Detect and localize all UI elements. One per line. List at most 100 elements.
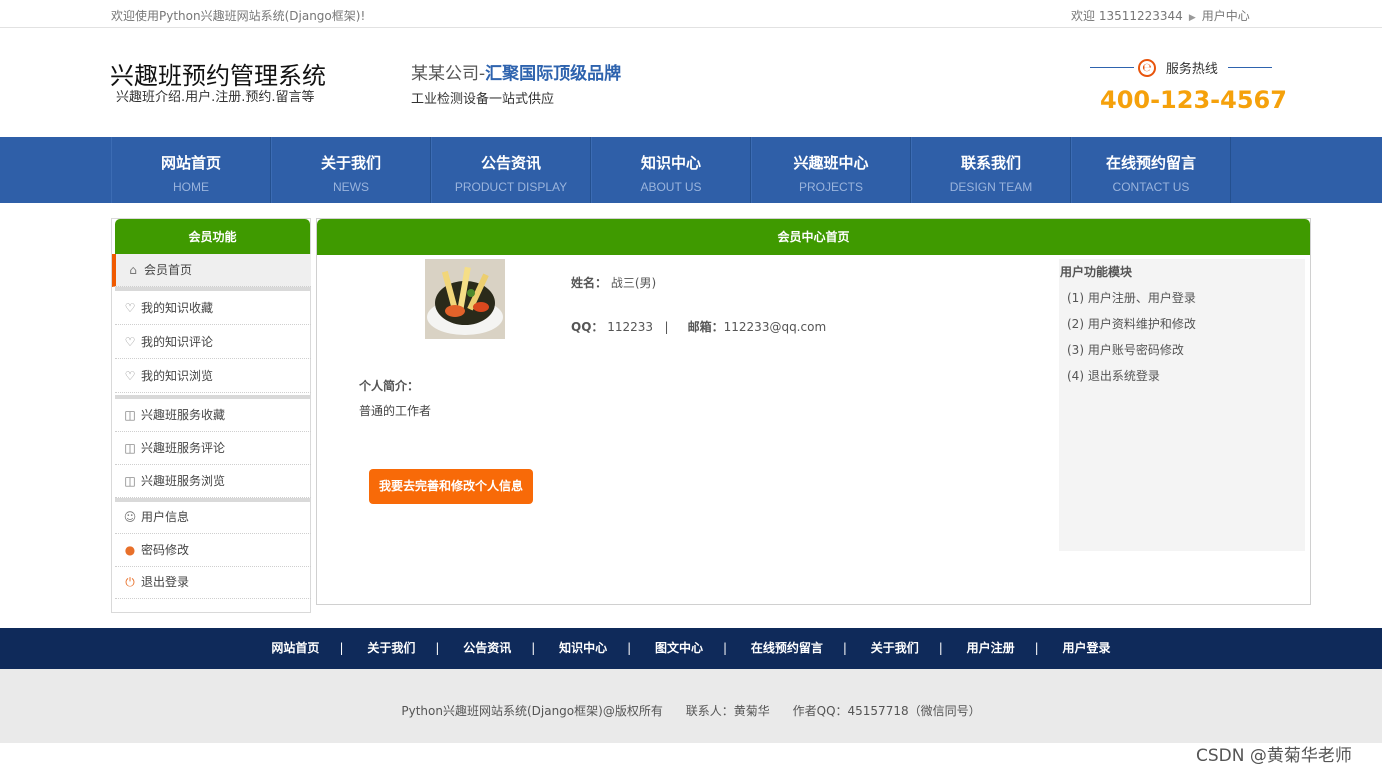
sidebar-item-label: 兴趣班服务评论 <box>141 441 226 455</box>
sidebar-item-label: 用户信息 <box>141 510 190 524</box>
separator: | <box>435 641 440 655</box>
nav-sublabel: CONTACT US <box>1112 180 1190 194</box>
footer-link-home[interactable]: 网站首页 <box>271 641 319 655</box>
nav-sublabel: DESIGN TEAM <box>949 180 1033 194</box>
sidebar-item-label: 兴趣班服务收藏 <box>141 408 226 422</box>
nav-item-news[interactable]: 公告资讯 PRODUCT DISPLAY <box>431 137 591 203</box>
heart-icon: ♡ <box>124 369 136 383</box>
greeting-link[interactable]: 欢迎 13511223344 <box>1071 9 1183 23</box>
sidebar-item-class-history[interactable]: ◫ 兴趣班服务浏览 <box>115 465 311 498</box>
nav-item-contact[interactable]: 联系我们 DESIGN TEAM <box>911 137 1071 203</box>
profile-contact: QQ： 112233 | 邮箱：112233@qq.com <box>571 318 826 335</box>
footer-link-knowledge[interactable]: 知识中心 <box>559 641 607 655</box>
profile-name: 姓名： 战三(男) <box>571 274 656 291</box>
top-bar: 欢迎使用Python兴趣班网站系统(Django框架)! 欢迎 13511223… <box>0 0 1382 28</box>
edit-profile-button[interactable]: 我要去完善和修改个人信息 <box>369 469 533 504</box>
nav-label: 知识中心 <box>640 154 701 172</box>
site-subtitle: 兴趣班介绍.用户.注册.预约.留言等 <box>116 90 315 105</box>
footer-link-news[interactable]: 公告资讯 <box>463 641 511 655</box>
modules-title: 用户功能模块 <box>1060 265 1133 279</box>
separator: | <box>339 641 344 655</box>
user-center-link[interactable]: 用户中心 <box>1202 9 1250 23</box>
separator: | <box>723 641 728 655</box>
separator: | <box>664 320 669 334</box>
nav-label: 联系我们 <box>960 154 1021 172</box>
separator: | <box>627 641 632 655</box>
footer-link-login[interactable]: 用户登录 <box>1063 641 1111 655</box>
sidebar-item-label: 我的知识评论 <box>141 335 214 349</box>
qq-value: 112233 <box>607 320 654 334</box>
email-label: 邮箱： <box>687 320 724 334</box>
nav-item-about[interactable]: 关于我们 NEWS <box>271 137 431 203</box>
nav-label: 兴趣班中心 <box>793 154 869 172</box>
sidebar-item-user-info[interactable]: ☺ 用户信息 <box>115 501 311 534</box>
sidebar-item-label: 我的知识浏览 <box>141 369 214 383</box>
slogan-highlight: 汇聚国际顶级品牌 <box>485 64 622 84</box>
avatar <box>425 259 505 339</box>
footer: Python兴趣班网站系统(Django框架)@版权所有 联系人：黄菊华 作者Q… <box>0 669 1382 743</box>
sidebar-item-knowledge-favorites[interactable]: ♡ 我的知识收藏 <box>115 292 311 325</box>
nav-label: 网站首页 <box>160 154 221 172</box>
footer-link-about[interactable]: 关于我们 <box>367 641 415 655</box>
divider <box>1090 67 1135 68</box>
power-icon: ⏻ <box>125 575 135 589</box>
csdn-watermark: CSDN @黄菊华老师 <box>1196 746 1352 766</box>
header: 兴趣班预约管理系统 兴趣班介绍.用户.注册.预约.留言等 某某公司-汇聚国际顶级… <box>0 28 1382 137</box>
sidebar-item-logout[interactable]: ⏻ 退出登录 <box>115 566 311 599</box>
sidebar-item-label: 会员首页 <box>144 263 193 277</box>
nav-label: 关于我们 <box>320 154 381 172</box>
sidebar-item-class-comments[interactable]: ◫ 兴趣班服务评论 <box>115 432 311 465</box>
copyright: Python兴趣班网站系统(Django框架)@版权所有 <box>401 704 663 718</box>
chevron-right-icon: ▶ <box>1188 13 1196 23</box>
nav-item-booking[interactable]: 在线预约留言 CONTACT US <box>1071 137 1231 203</box>
separator: | <box>938 641 943 655</box>
nav-item-knowledge[interactable]: 知识中心 ABOUT US <box>591 137 751 203</box>
nav-sublabel: PROJECTS <box>798 180 863 194</box>
wallet-icon: ◫ <box>124 474 136 488</box>
sidebar-item-label: 我的知识收藏 <box>141 301 214 315</box>
sidebar-item-knowledge-history[interactable]: ♡ 我的知识浏览 <box>115 360 311 393</box>
sidebar-item-label: 密码修改 <box>141 543 190 557</box>
intro-text: 普通的工作者 <box>359 404 432 418</box>
main-nav: 网站首页 HOME 关于我们 NEWS 公告资讯 PRODUCT DISPLAY 知识… <box>0 137 1382 203</box>
slogan-prefix: 某某公司- <box>411 64 486 84</box>
footer-link-register[interactable]: 用户注册 <box>967 641 1015 655</box>
member-sidebar: 会员功能 ⌂ 会员首页 ♡ 我的知识收藏 ♡ 我的知识评论 ♡ 我的知识浏览 ◫ 兴趣班服… <box>111 218 311 613</box>
phone-icon: ℮ <box>1138 58 1157 77</box>
divider <box>115 287 311 291</box>
name-label: 姓名： <box>571 276 608 290</box>
user-icon: ☺ <box>123 510 137 524</box>
nav-item-home[interactable]: 网站首页 HOME <box>111 137 271 203</box>
name-value: 战三(男) <box>610 276 657 290</box>
sidebar-item-label: 兴趣班服务浏览 <box>141 474 226 488</box>
avatar-image <box>425 259 505 339</box>
wallet-icon: ◫ <box>124 441 136 455</box>
nav-sublabel: PRODUCT DISPLAY <box>454 180 568 194</box>
nav-label: 在线预约留言 <box>1105 154 1196 172</box>
slogan-sub: 工业检测设备一站式供应 <box>411 92 555 107</box>
sidebar-item-label: 退出登录 <box>141 575 190 589</box>
sidebar-item-knowledge-comments[interactable]: ♡ 我的知识评论 <box>115 326 311 359</box>
nav-item-classes[interactable]: 兴趣班中心 PROJECTS <box>751 137 911 203</box>
footer-nav: 网站首页 | 关于我们 | 公告资讯 | 知识中心 | 图文中心 | 在线预约留言 | 关于… <box>0 628 1382 669</box>
panel-title: 会员中心首页 <box>317 219 1310 255</box>
nav-label: 公告资讯 <box>480 154 541 172</box>
sidebar-item-class-favorites[interactable]: ◫ 兴趣班服务收藏 <box>115 399 311 432</box>
lock-icon: ● <box>124 543 136 557</box>
nav-sublabel: ABOUT US <box>640 180 702 194</box>
sidebar-item-password[interactable]: ● 密码修改 <box>115 534 311 567</box>
footer-link-about-2[interactable]: 关于我们 <box>871 641 919 655</box>
module-item: (3) 用户账号密码修改 <box>1067 343 1184 357</box>
divider <box>1227 67 1272 68</box>
wallet-icon: ◫ <box>124 408 136 422</box>
hotline-phone: 400-123-4567 <box>1100 86 1287 114</box>
footer-link-booking[interactable]: 在线预约留言 <box>751 641 823 655</box>
module-item: (4) 退出系统登录 <box>1067 369 1160 383</box>
module-item: (1) 用户注册、用户登录 <box>1067 291 1196 305</box>
qq-label: QQ： <box>571 320 604 334</box>
sidebar-item-member-home[interactable]: ⌂ 会员首页 <box>112 254 311 287</box>
footer-link-gallery[interactable]: 图文中心 <box>655 641 703 655</box>
separator: | <box>531 641 536 655</box>
contact-person: 联系人：黄菊华 <box>685 704 770 718</box>
heart-icon: ♡ <box>124 301 136 315</box>
